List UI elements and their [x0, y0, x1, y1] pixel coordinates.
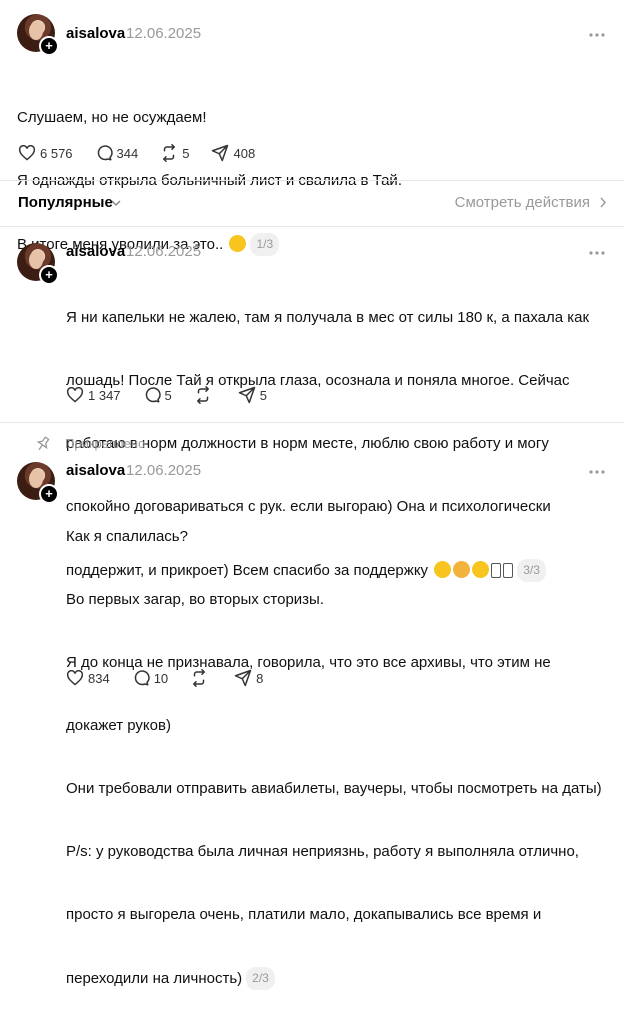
comment-icon — [97, 145, 113, 161]
like-button[interactable]: 834 — [66, 670, 110, 686]
sort-dropdown[interactable]: Популярные — [18, 194, 113, 211]
post-actions: 6 576 344 5 408 — [18, 144, 277, 162]
comment-icon — [145, 387, 161, 403]
post-date[interactable]: 12.06.2025 — [126, 462, 201, 479]
pin-icon — [36, 436, 50, 451]
thread-counter: 2/3 — [246, 967, 275, 990]
divider — [0, 422, 624, 423]
chevron-down-icon[interactable] — [111, 200, 121, 206]
repost-button[interactable] — [190, 669, 212, 687]
post-actions: 834 10 8 — [66, 669, 285, 687]
avatar[interactable]: + — [17, 243, 59, 285]
share-button[interactable]: 408 — [211, 144, 255, 162]
repost-button[interactable] — [194, 386, 216, 404]
more-options-icon[interactable] — [588, 248, 606, 258]
avatar[interactable]: + — [17, 462, 59, 504]
post-date[interactable]: 12.06.2025 — [126, 243, 201, 260]
post-text: Как я спалилась? Во первых загар, во вто… — [66, 484, 602, 1032]
post-1: + aisalova 12.06.2025 Слушаем, но не осу… — [0, 0, 624, 256]
follow-plus-icon[interactable]: + — [39, 36, 59, 56]
reply-button[interactable]: 10 — [132, 669, 168, 687]
send-icon — [212, 144, 229, 162]
heart-icon — [66, 670, 84, 686]
username[interactable]: aisalova — [66, 25, 125, 42]
avatar[interactable]: + — [17, 14, 59, 56]
username[interactable]: aisalova — [66, 462, 125, 479]
repost-icon — [193, 669, 206, 687]
username[interactable]: aisalova — [66, 243, 125, 260]
more-options-icon[interactable] — [588, 30, 606, 40]
share-button[interactable]: 5 — [238, 386, 267, 404]
repost-icon — [196, 386, 209, 404]
post-2: + aisalova 12.06.2025 Я ни капельки не ж… — [0, 226, 624, 582]
reply-button[interactable]: 5 — [143, 386, 172, 404]
send-icon — [238, 386, 256, 404]
post-3: + aisalova 12.06.2025 Как я спалилась? В… — [0, 454, 624, 990]
heart-icon — [18, 145, 36, 161]
comment-icon — [134, 670, 150, 686]
heart-icon — [66, 387, 84, 403]
post-date[interactable]: 12.06.2025 — [126, 25, 201, 42]
view-activity-link[interactable]: Смотреть действия — [455, 194, 590, 211]
divider — [0, 180, 624, 181]
follow-plus-icon[interactable]: + — [39, 265, 59, 285]
more-options-icon[interactable] — [588, 467, 606, 477]
repost-icon — [163, 144, 176, 162]
like-button[interactable]: 1 347 — [66, 387, 121, 403]
like-button[interactable]: 6 576 — [18, 145, 73, 161]
follow-plus-icon[interactable]: + — [39, 484, 59, 504]
post-actions: 1 347 5 5 — [66, 386, 289, 404]
reply-button[interactable]: 344 — [95, 144, 138, 162]
pinned-label: Прикреплено — [65, 436, 146, 451]
chevron-right-icon[interactable] — [600, 197, 606, 208]
pinned-indicator: Прикреплено — [0, 434, 624, 454]
send-icon — [234, 669, 252, 687]
share-button[interactable]: 8 — [234, 669, 263, 687]
repost-button[interactable]: 5 — [160, 144, 189, 162]
replies-filter-bar: Популярные Смотреть действия — [0, 182, 624, 222]
